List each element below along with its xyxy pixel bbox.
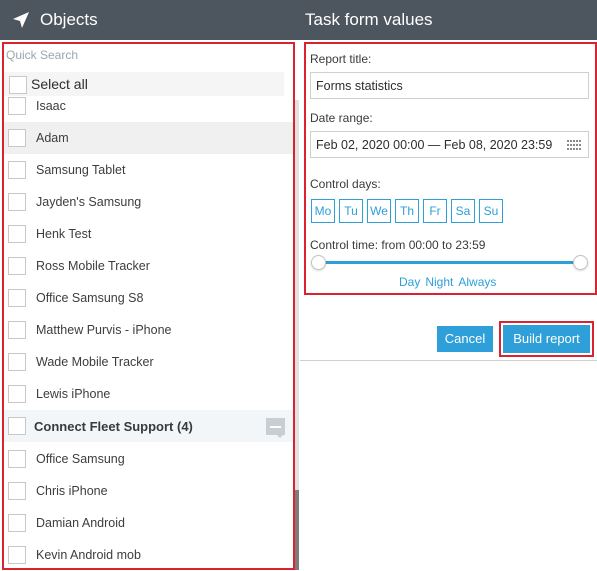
report-title-label: Report title:	[310, 52, 372, 66]
item-label: Damian Android	[36, 516, 125, 530]
item-label: Isaac	[36, 99, 66, 113]
time-range-slider[interactable]	[318, 261, 580, 264]
quick-search-input[interactable]: Quick Search	[6, 48, 286, 62]
item-label: Henk Test	[36, 227, 92, 241]
day-toggle-we[interactable]: We	[367, 199, 391, 223]
list-item[interactable]: Wade Mobile Tracker	[4, 346, 294, 378]
preset-night-link[interactable]: Night	[425, 275, 453, 289]
list-item[interactable]: Damian Android	[4, 507, 294, 539]
select-all-row[interactable]: Select all	[4, 72, 284, 96]
list-item[interactable]: Henk Test	[4, 218, 294, 250]
select-all-checkbox[interactable]	[9, 76, 27, 94]
date-range-input[interactable]: Feb 02, 2020 00:00 — Feb 08, 2020 23:59	[310, 131, 589, 158]
objects-title: Objects	[40, 10, 98, 29]
control-days-group: Mo Tu We Th Fr Sa Su	[311, 199, 503, 223]
scrollbar-thumb[interactable]	[294, 490, 299, 570]
item-label: Wade Mobile Tracker	[36, 355, 154, 369]
item-checkbox[interactable]	[8, 225, 26, 243]
calendar-icon[interactable]	[567, 140, 583, 150]
item-checkbox[interactable]	[8, 129, 26, 147]
slider-end-handle[interactable]	[573, 255, 588, 270]
list-item[interactable]: Office Samsung S8	[4, 282, 294, 314]
item-checkbox[interactable]	[8, 514, 26, 532]
list-item[interactable]: Isaac	[4, 96, 294, 122]
item-checkbox[interactable]	[8, 321, 26, 339]
group-row[interactable]: Connect Fleet Support (4)	[4, 410, 294, 442]
list-scrollbar[interactable]	[294, 100, 299, 570]
top-header: Objects Task form values	[0, 0, 597, 40]
item-checkbox[interactable]	[8, 97, 26, 115]
day-toggle-th[interactable]: Th	[395, 199, 419, 223]
list-item[interactable]: Jayden's Samsung	[4, 186, 294, 218]
cancel-button[interactable]: Cancel	[437, 326, 493, 352]
item-checkbox[interactable]	[8, 353, 26, 371]
list-item[interactable]: Ross Mobile Tracker	[4, 250, 294, 282]
navigation-arrow-icon	[13, 12, 29, 28]
day-toggle-sa[interactable]: Sa	[451, 199, 475, 223]
day-toggle-tu[interactable]: Tu	[339, 199, 363, 223]
day-toggle-mo[interactable]: Mo	[311, 199, 335, 223]
list-item[interactable]: Office Samsung	[4, 443, 294, 475]
list-item[interactable]: Lewis iPhone	[4, 378, 294, 410]
control-days-label: Control days:	[310, 177, 381, 191]
time-presets: Day Night Always	[399, 275, 496, 289]
list-item[interactable]: Chris iPhone	[4, 475, 294, 507]
select-all-label: Select all	[31, 76, 88, 92]
item-label: Office Samsung	[36, 452, 125, 466]
item-checkbox[interactable]	[8, 257, 26, 275]
preset-day-link[interactable]: Day	[399, 275, 420, 289]
item-checkbox[interactable]	[8, 161, 26, 179]
report-title-input[interactable]: Forms statistics	[310, 72, 589, 99]
item-label: Ross Mobile Tracker	[36, 259, 150, 273]
list-item[interactable]: Adam	[4, 122, 294, 154]
item-checkbox[interactable]	[8, 546, 26, 564]
slider-start-handle[interactable]	[311, 255, 326, 270]
task-form-title: Task form values	[305, 10, 433, 29]
item-label: Matthew Purvis - iPhone	[36, 323, 172, 337]
item-checkbox[interactable]	[8, 450, 26, 468]
item-label: Samsung Tablet	[36, 163, 126, 177]
preset-always-link[interactable]: Always	[458, 275, 496, 289]
group-label: Connect Fleet Support (4)	[34, 419, 193, 434]
item-checkbox[interactable]	[8, 193, 26, 211]
objects-header: Objects	[0, 0, 300, 40]
item-label: Jayden's Samsung	[36, 195, 142, 209]
item-checkbox[interactable]	[8, 482, 26, 500]
list-item[interactable]: Samsung Tablet	[4, 154, 294, 186]
date-range-label: Date range:	[310, 111, 373, 125]
item-label: Adam	[36, 131, 69, 145]
objects-list: Isaac Adam Samsung Tablet Jayden's Samsu…	[4, 96, 294, 570]
build-report-button[interactable]: Build report	[503, 325, 590, 353]
item-label: Chris iPhone	[36, 484, 108, 498]
item-label: Lewis iPhone	[36, 387, 111, 401]
day-toggle-su[interactable]: Su	[479, 199, 503, 223]
group-checkbox[interactable]	[8, 417, 26, 435]
item-checkbox[interactable]	[8, 289, 26, 307]
task-form-header: Task form values	[300, 0, 597, 40]
control-time-label: Control time: from 00:00 to 23:59	[310, 238, 486, 252]
day-toggle-fr[interactable]: Fr	[423, 199, 447, 223]
list-item[interactable]: Matthew Purvis - iPhone	[4, 314, 294, 346]
list-item[interactable]: Kevin Android mob	[4, 539, 294, 570]
item-label: Kevin Android mob	[36, 548, 141, 562]
panel-divider	[300, 360, 597, 361]
collapse-icon[interactable]	[266, 418, 285, 438]
item-label: Office Samsung S8	[36, 291, 144, 305]
item-checkbox[interactable]	[8, 385, 26, 403]
